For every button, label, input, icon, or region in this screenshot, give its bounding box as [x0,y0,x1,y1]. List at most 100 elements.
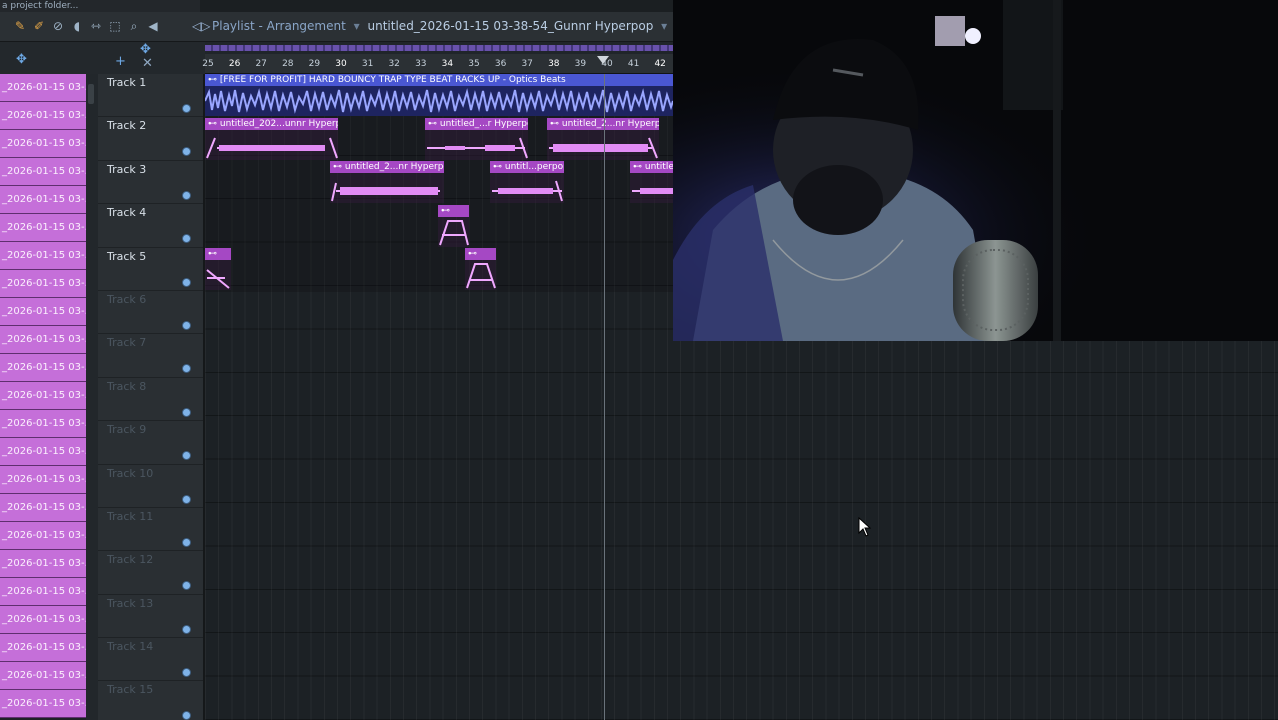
track-enable-led-icon[interactable] [182,668,191,678]
track-enable-led-icon[interactable] [182,494,191,504]
picker-item[interactable]: _2026-01-15 03-... [0,438,86,466]
project-name[interactable]: untitled_2026-01-15 03-38-54_Gunnr Hyper… [368,19,654,33]
add-icon[interactable]: + [115,54,126,69]
track-name[interactable]: Track 14 [107,640,153,653]
picker-item[interactable]: _2026-01-15 03-... [0,298,86,326]
audio-clip-beat[interactable]: ⊷ [FREE FOR PROFIT] HARD BOUNCY TRAP TYP… [205,74,673,116]
pattern-clip[interactable]: ⊷ untitl...perpop [490,161,564,203]
track-name[interactable]: Track 5 [107,250,146,263]
pattern-clip[interactable]: ⊷ [205,248,231,290]
picker-item[interactable]: _2026-01-15 03-... [0,690,86,718]
track-name[interactable]: Track 8 [107,380,146,393]
track-name[interactable]: Track 13 [107,597,153,610]
track-header[interactable]: Track 13 [98,595,203,639]
track-name[interactable]: Track 12 [107,553,153,566]
track-header[interactable]: Track 1 [98,74,203,118]
picker-item[interactable]: _2026-01-15 03-... [0,158,86,186]
track-name[interactable]: Track 7 [107,336,146,349]
slip-icon[interactable]: ⇿ [88,18,104,34]
track-header[interactable]: Track 5 [98,248,203,291]
picker-item[interactable]: _2026-01-15 03-... [0,494,86,522]
track-enable-led-icon[interactable] [182,147,191,157]
song-position-marker[interactable] [597,56,609,64]
track-header[interactable]: Track 2 [98,117,203,161]
track-header[interactable]: Track 14 [98,638,203,682]
snap-icon[interactable]: ✥ [16,52,27,67]
track-name[interactable]: Track 4 [107,206,146,219]
picker-item[interactable]: _2026-01-15 03-... [0,130,86,158]
picker-item[interactable]: _2026-01-15 03-... [0,522,86,550]
track-name[interactable]: Track 1 [107,76,146,89]
track-enable-led-icon[interactable] [182,451,191,461]
track-name[interactable]: Track 9 [107,423,146,436]
track-enable-led-icon[interactable] [182,624,191,634]
track-enable-led-icon[interactable] [182,277,191,287]
picker-item[interactable]: _2026-01-15 03-... [0,326,86,354]
track-header[interactable]: Track 8 [98,378,203,422]
track-header[interactable]: Track 11 [98,508,203,552]
track-name[interactable]: Track 6 [107,293,146,306]
pencil-icon[interactable]: ✎ [12,18,28,34]
picker-item[interactable]: _2026-01-15 03-... [0,354,86,382]
track-enable-led-icon[interactable] [182,104,191,113]
picker-item[interactable]: _2026-01-15 03-... [0,186,86,214]
track-name[interactable]: Track 15 [107,683,153,696]
picker-item[interactable]: _2026-01-15 03-... [0,382,86,410]
picker-item[interactable]: _2026-01-15 03-... [0,270,86,298]
track-enable-led-icon[interactable] [182,190,191,200]
overview-strip[interactable] [205,42,673,54]
track-header[interactable]: Track 4 [98,204,203,248]
track-name[interactable]: Track 11 [107,510,153,523]
picker-item[interactable]: _2026-01-15 03-... [0,410,86,438]
pattern-clip[interactable]: ⊷ untitled_2...nr Hyperpop [547,118,659,160]
move-icon[interactable]: ✥ [140,42,151,57]
window-title: Playlist - Arrangement [212,19,346,33]
zoom-icon[interactable]: ⌕ [126,18,142,34]
track-header[interactable]: Track 6 [98,291,203,335]
picker-item[interactable]: _2026-01-15 03-... [0,214,86,242]
select-icon[interactable]: ⬚ [107,18,123,34]
track-header[interactable]: Track 7 [98,334,203,378]
pattern-clip[interactable]: ⊷ [465,248,496,290]
track-enable-led-icon[interactable] [182,320,191,330]
picker-scrollbar[interactable] [86,74,98,720]
close-icon[interactable]: ✕ [142,56,153,71]
track-header[interactable]: Track 3 [98,161,203,205]
track-name[interactable]: Track 2 [107,119,146,132]
picker-item[interactable]: _2026-01-15 03-... [0,634,86,662]
picker-item[interactable]: _2026-01-15 03-... [0,578,86,606]
track-enable-led-icon[interactable] [182,537,191,547]
picker-item[interactable]: _2026-01-15 03-... [0,606,86,634]
track-name[interactable]: Track 3 [107,163,146,176]
project-dropdown-icon[interactable]: ▾ [661,19,667,33]
track-enable-led-icon[interactable] [182,234,191,244]
pattern-clip[interactable]: ⊷ untitled_...r Hyperpop [425,118,528,160]
track-name[interactable]: Track 10 [107,467,153,480]
track-header[interactable]: Track 10 [98,465,203,508]
playlist-title[interactable]: Playlist - Arrangement ▾ untitled_2026-0… [212,19,671,33]
playback-icon[interactable]: ◀ [145,18,161,34]
delete-icon[interactable]: ⊘ [50,18,66,34]
paint-icon[interactable]: ✐ [31,18,47,34]
scrollbar-thumb[interactable] [88,84,94,104]
track-header[interactable]: Track 12 [98,551,203,595]
picker-item[interactable]: _2026-01-15 03-... [0,466,86,494]
track-enable-led-icon[interactable] [182,407,191,417]
playhead-line[interactable] [604,74,605,720]
track-enable-led-icon[interactable] [182,711,191,720]
track-enable-led-icon[interactable] [182,581,191,591]
pattern-clip[interactable]: ⊷ untitled_202...unnr Hyperpop [205,118,338,160]
picker-item[interactable]: _2026-01-15 03-... [0,242,86,270]
pattern-clip[interactable]: ⊷ untitled_2...nr Hyperpop [330,161,444,203]
pattern-clip[interactable]: ⊷ [438,205,469,247]
picker-item[interactable]: _2026-01-15 03-... [0,74,86,102]
pattern-clip[interactable]: ⊷ untitle [630,161,673,203]
track-enable-led-icon[interactable] [182,364,191,374]
track-header[interactable]: Track 9 [98,421,203,465]
track-header[interactable]: Track 15 [98,681,203,720]
picker-item[interactable]: _2026-01-15 03-... [0,102,86,130]
arrow-icon[interactable]: ◁▷ [192,19,210,33]
picker-item[interactable]: _2026-01-15 03-... [0,550,86,578]
picker-item[interactable]: _2026-01-15 03-... [0,662,86,690]
mute-icon[interactable]: ◖ [69,18,85,34]
